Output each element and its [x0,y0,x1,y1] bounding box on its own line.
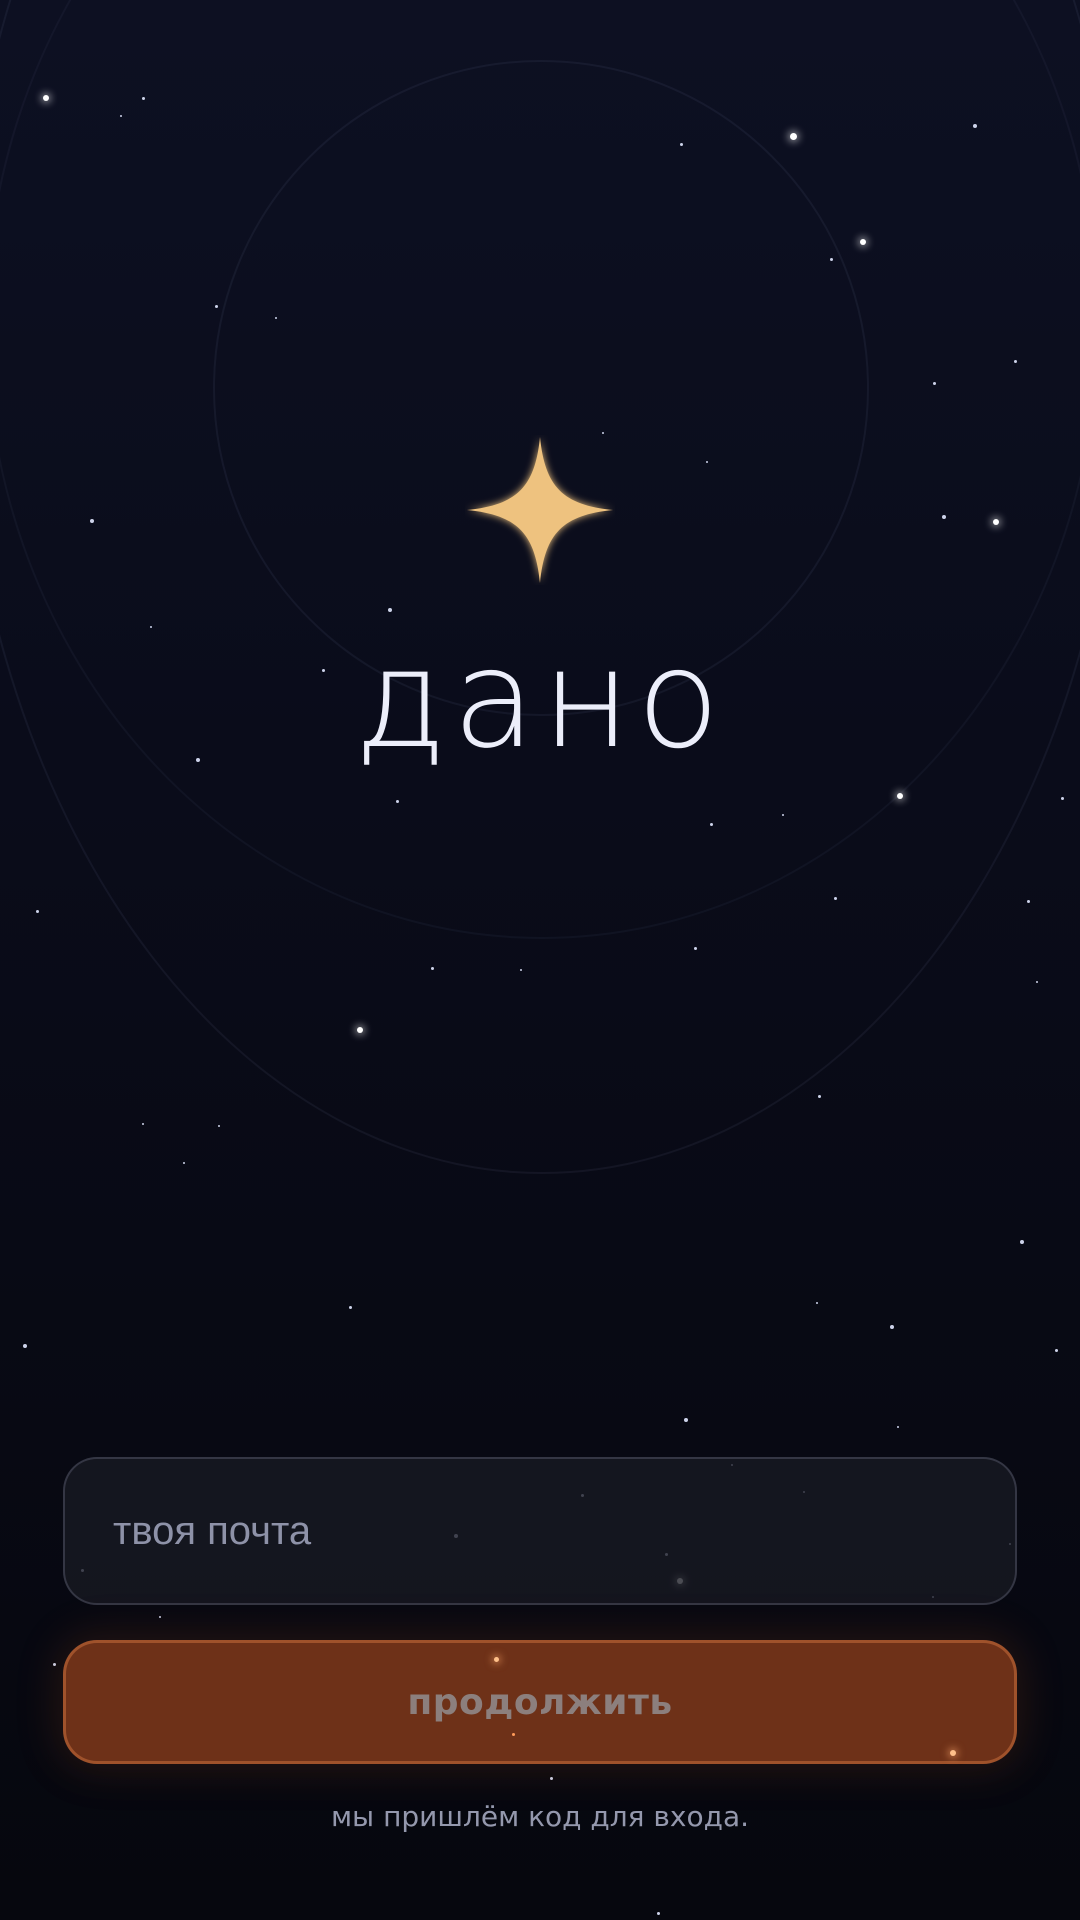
star-dot [680,143,683,146]
star-dot [897,793,903,799]
star-dot [1061,797,1064,800]
login-screen: дано продолжить мы пришлём код для входа… [0,0,1080,1920]
email-input[interactable] [63,1457,1017,1605]
star-dot [431,967,434,970]
continue-button[interactable]: продолжить [63,1640,1017,1764]
star-dot [694,947,697,950]
star-dot [494,1657,499,1662]
star-dot [942,515,946,519]
star-dot [53,1663,56,1666]
star-dot [218,1125,220,1127]
star-dot [897,1426,899,1428]
star-dot [890,1325,894,1329]
star-dot [183,1162,185,1164]
star-dot [275,317,277,319]
star-dot [357,1027,363,1033]
star-dot [520,969,522,971]
star-dot [860,239,866,245]
star-dot [657,1912,660,1915]
star-dot [512,1733,515,1736]
star-dot [933,382,936,385]
star-dot [396,800,399,803]
star-dot [602,432,604,434]
star-dot [43,95,49,101]
star-dot [36,910,39,913]
star-dot [1036,981,1038,983]
star-dot [1020,1240,1024,1244]
star-dot [1027,900,1030,903]
star-dot [159,1616,161,1618]
brand-wordmark: дано [354,621,726,779]
star-dot [1055,1349,1058,1352]
star-dot [993,519,999,525]
star-dot [706,461,708,463]
star-dot [782,814,784,816]
star-dot [388,608,392,612]
star-dot [710,823,713,826]
star-dot [1014,360,1017,363]
star-dot [142,97,145,100]
four-point-star-icon [465,435,615,585]
star-dot [834,897,837,900]
star-dot [349,1306,352,1309]
star-dot [950,1750,956,1756]
starfield-background [0,0,1080,1920]
star-dot [120,115,122,117]
star-dot [973,124,977,128]
star-dot [684,1418,688,1422]
star-dot [816,1302,818,1304]
login-hint-text: мы пришлём код для входа. [330,1800,750,1833]
star-dot [90,519,94,523]
star-dot [142,1123,144,1125]
star-dot [818,1095,821,1098]
star-dot [215,305,218,308]
star-dot [550,1777,553,1780]
star-dot [23,1344,27,1348]
star-dot [790,133,797,140]
star-dot [830,258,833,261]
